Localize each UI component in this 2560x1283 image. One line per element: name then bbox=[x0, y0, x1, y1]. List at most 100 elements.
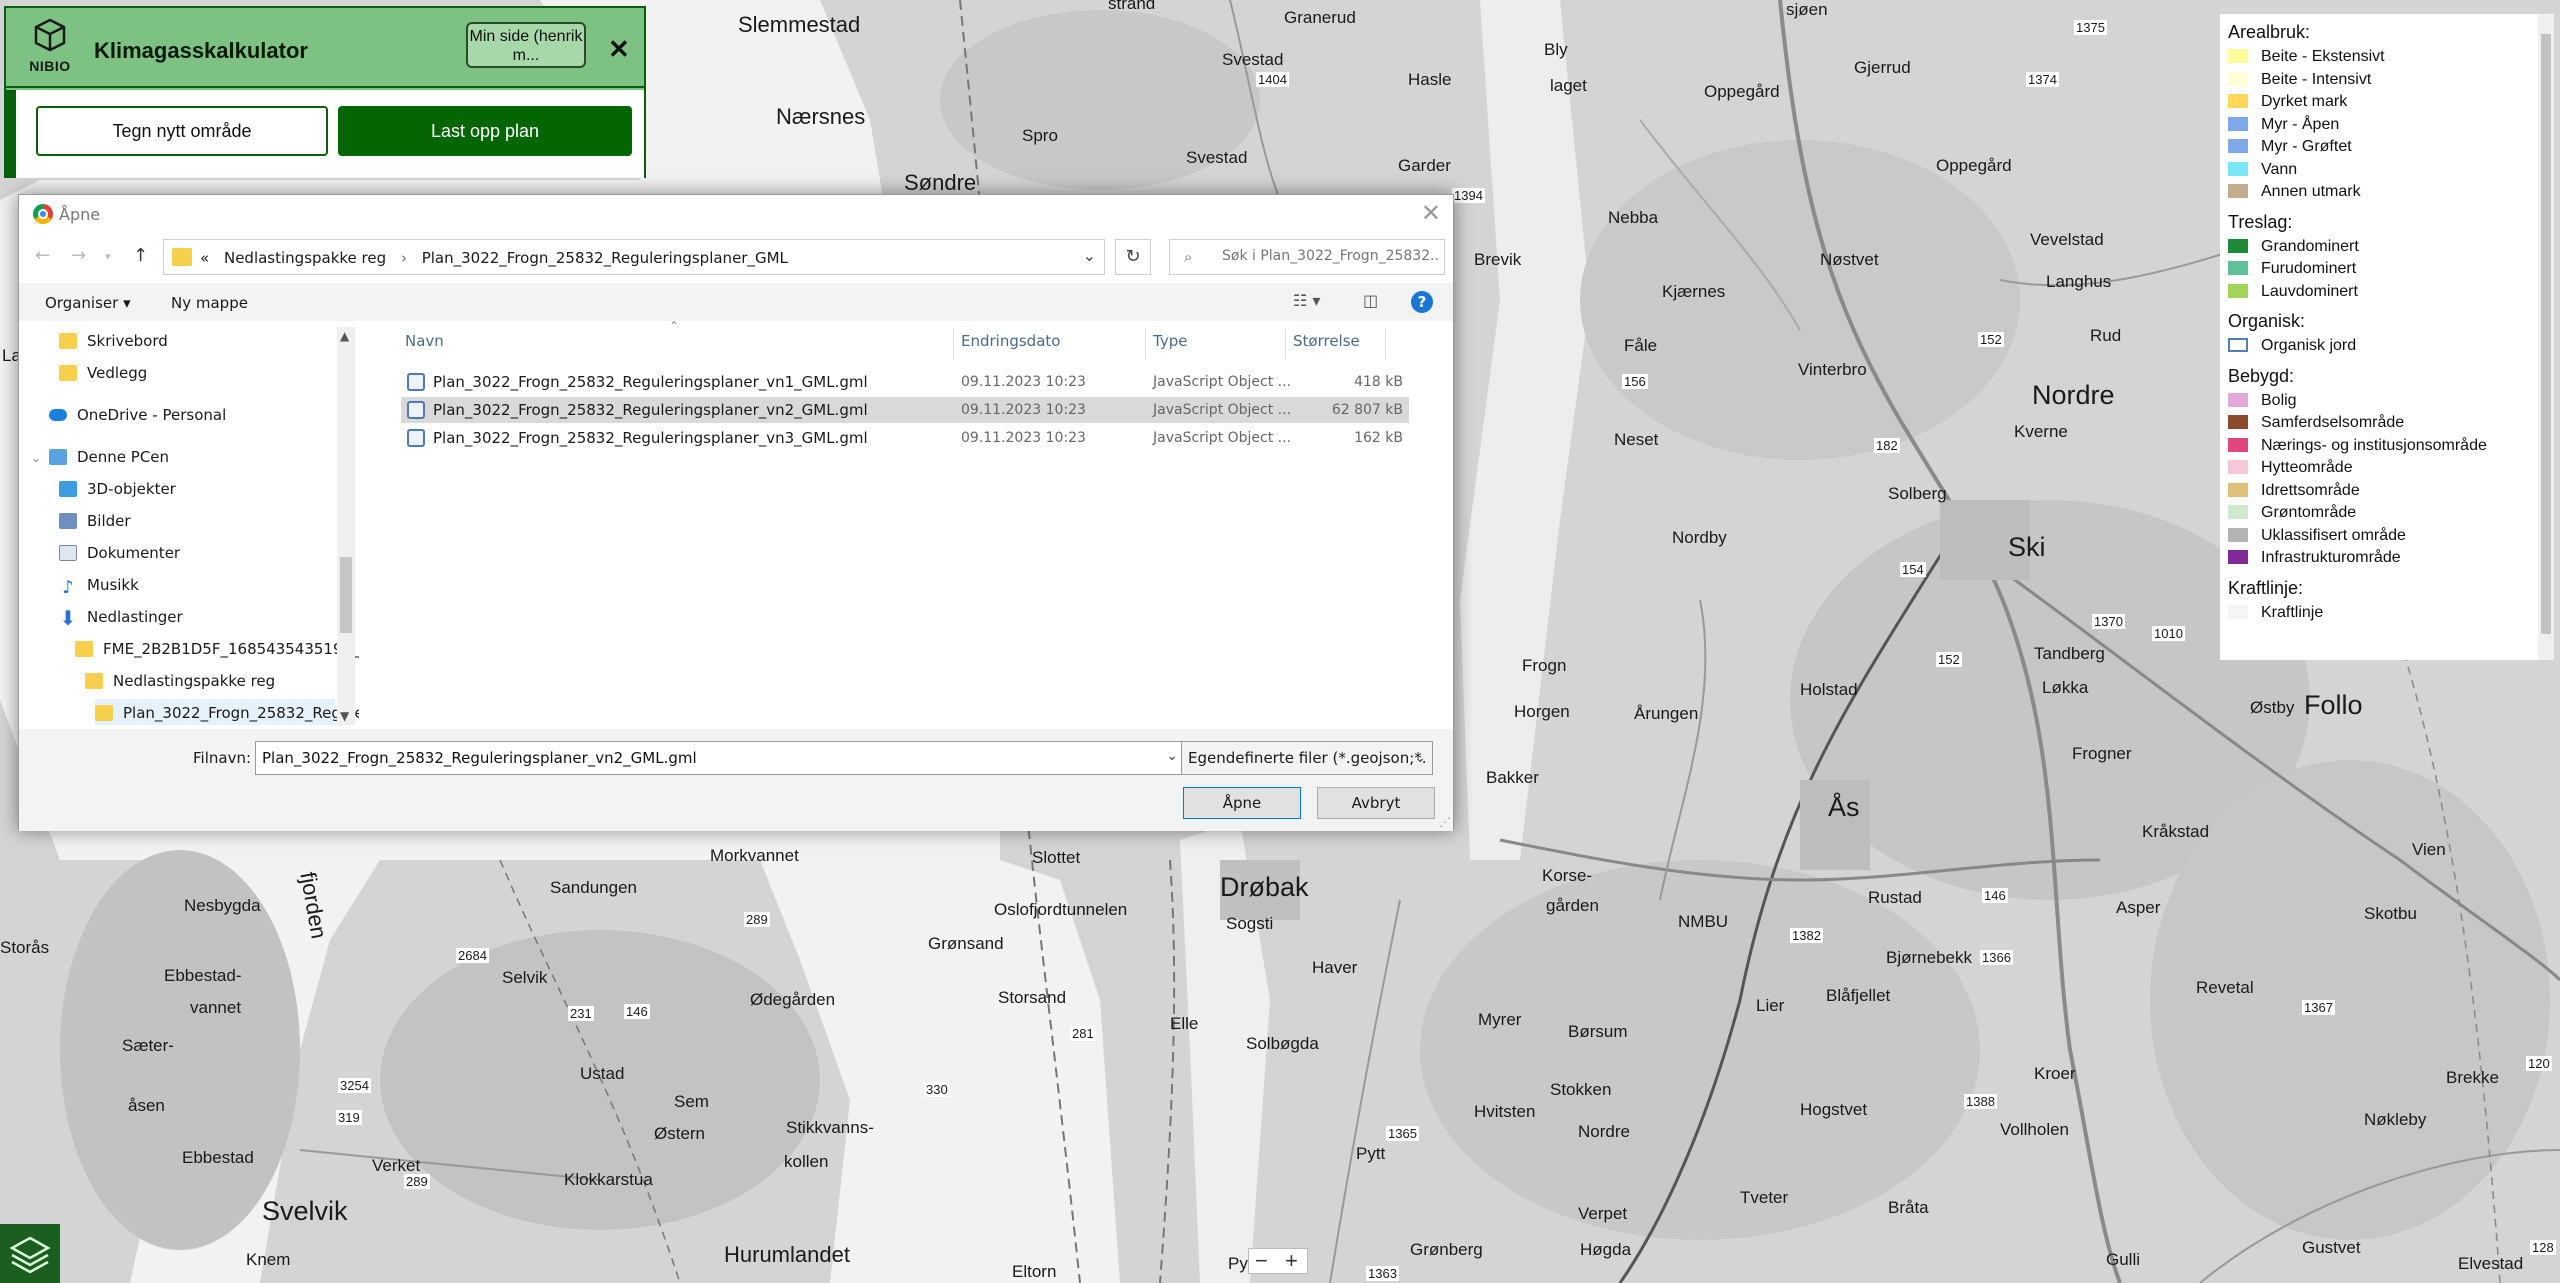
column-separator[interactable] bbox=[1385, 329, 1386, 359]
file-row[interactable]: Plan_3022_Frogn_25832_Reguleringsplaner_… bbox=[401, 397, 1409, 423]
map-label: Morkvannet bbox=[710, 846, 799, 865]
chevron-down-icon[interactable]: ⌄ bbox=[31, 444, 49, 472]
new-folder-button[interactable]: Ny mappe bbox=[171, 294, 248, 312]
legend-label: Kraftlinje bbox=[2261, 603, 2324, 621]
tree-item[interactable]: Bilder bbox=[59, 507, 335, 535]
tree-item[interactable]: 3D-objekter bbox=[59, 475, 335, 503]
legend-section-title: Organisk: bbox=[2228, 311, 2306, 331]
refresh-icon[interactable]: ↻ bbox=[1115, 239, 1151, 275]
cancel-button[interactable]: Avbryt bbox=[1317, 787, 1435, 819]
map-label: Blåfjellet bbox=[1826, 986, 1891, 1005]
organise-menu[interactable]: Organiser ▾ bbox=[45, 294, 131, 312]
resize-grip-icon[interactable]: ⋰ bbox=[1439, 815, 1451, 829]
column-header-size[interactable]: Størrelse bbox=[1293, 329, 1360, 353]
column-header-type[interactable]: Type bbox=[1153, 329, 1187, 353]
dialog-titlebar[interactable]: Åpne ✕ bbox=[19, 195, 1453, 231]
map-label: Bly bbox=[1544, 40, 1568, 59]
legend-swatch bbox=[2228, 94, 2248, 108]
map-label: Haver bbox=[1312, 958, 1358, 977]
map-label: Vinterbro bbox=[1798, 360, 1867, 379]
map-label: Slemmestad bbox=[738, 12, 861, 37]
draw-area-button[interactable]: Tegn nytt område bbox=[36, 106, 328, 156]
tree-item-label: Nedlastinger bbox=[87, 608, 183, 626]
legend-item: Dyrket mark bbox=[2228, 91, 2554, 114]
chevron-down-icon[interactable]: ⌄ bbox=[1166, 748, 1178, 764]
cube-icon bbox=[59, 481, 77, 497]
address-bar[interactable]: « Nedlastingspakke reg › Plan_3022_Frogn… bbox=[163, 239, 1105, 275]
legend-content: Arealbruk: Beite - Ekstensivt Beite - Inte… bbox=[2228, 22, 2554, 624]
legend-scrollbar[interactable] bbox=[2538, 14, 2554, 660]
tree-item-label: Plan_3022_Frogn_25832_Regule bbox=[123, 704, 359, 722]
filename-input[interactable] bbox=[262, 749, 1142, 767]
dialog-navbar: ← → ▾ ↑ « Nedlastingspakke reg › Plan_30… bbox=[19, 233, 1453, 279]
preview-pane-icon[interactable]: ◫ bbox=[1363, 291, 1378, 310]
column-header-name[interactable]: Navn bbox=[405, 329, 444, 353]
map-legend: Arealbruk: Beite - Ekstensivt Beite - Inte… bbox=[2220, 14, 2554, 660]
calculator-panel: NIBIO Klimagasskalkulator Min side (henr… bbox=[4, 6, 646, 178]
legend-item: Infrastrukturområde bbox=[2228, 547, 2554, 570]
map-label: Sogsti bbox=[1226, 914, 1274, 933]
map-label: Nærsnes bbox=[776, 104, 866, 129]
my-page-button[interactable]: Min side (henrik m... bbox=[466, 22, 586, 68]
view-options-icon[interactable]: ☷ ▾ bbox=[1293, 291, 1320, 310]
tree-item[interactable]: ⌄ Denne PCen bbox=[31, 443, 317, 471]
legend-section-title: Treslag: bbox=[2228, 211, 2293, 232]
close-icon[interactable]: ✕ bbox=[1421, 199, 1441, 227]
chevron-down-icon[interactable]: ⌄ bbox=[1414, 742, 1426, 774]
map-label: strand bbox=[1108, 0, 1156, 13]
tree-item[interactable]: Dokumenter bbox=[59, 539, 335, 567]
breadcrumb-item[interactable]: Plan_3022_Frogn_25832_Reguleringsplaner_… bbox=[422, 249, 788, 267]
file-row[interactable]: Plan_3022_Frogn_25832_Reguleringsplaner_… bbox=[401, 369, 1409, 395]
tree-scroll-thumb[interactable] bbox=[340, 557, 352, 633]
map-label: Frogn bbox=[1522, 656, 1567, 675]
zoom-out-button[interactable]: − bbox=[1255, 1249, 1268, 1273]
tree-item[interactable]: OneDrive - Personal bbox=[49, 401, 335, 429]
close-icon[interactable]: ✕ bbox=[608, 34, 630, 65]
breadcrumb-item[interactable]: Nedlastingspakke reg bbox=[224, 249, 386, 267]
legend-item: Hytteområde bbox=[2228, 457, 2554, 480]
tree-item[interactable]: Nedlastingspakke reg bbox=[85, 667, 335, 695]
chevron-down-icon[interactable]: ⌄ bbox=[1083, 246, 1096, 265]
help-icon[interactable]: ? bbox=[1411, 291, 1433, 313]
tree-item[interactable]: Skrivebord bbox=[59, 327, 335, 355]
tree-item[interactable]: ⬇ Nedlastinger bbox=[59, 603, 335, 631]
filename-field[interactable]: ⌄ bbox=[255, 741, 1185, 775]
breadcrumb-overflow[interactable]: « bbox=[200, 249, 209, 267]
up-arrow-icon[interactable]: ↑ bbox=[133, 245, 148, 266]
search-input[interactable] bbox=[1222, 248, 1440, 264]
map-label: Solbøgda bbox=[1246, 1034, 1319, 1053]
tree-item[interactable]: ♪ Musikk bbox=[59, 571, 335, 599]
forward-arrow-icon[interactable]: → bbox=[71, 245, 86, 266]
layers-button[interactable] bbox=[0, 1224, 60, 1283]
recent-dropdown-icon[interactable]: ▾ bbox=[105, 250, 111, 263]
file-row[interactable]: Plan_3022_Frogn_25832_Reguleringsplaner_… bbox=[401, 425, 1409, 451]
open-button[interactable]: Åpne bbox=[1183, 787, 1301, 819]
scroll-up-icon[interactable]: ▲ bbox=[340, 329, 349, 343]
filetype-select[interactable]: Egendefinerte filer (*.geojson;*. ⌄ bbox=[1181, 741, 1433, 775]
column-separator[interactable] bbox=[1145, 329, 1146, 359]
app-title: Klimagasskalkulator bbox=[94, 38, 308, 63]
map-label: Oppegård bbox=[1936, 156, 2012, 175]
search-box[interactable]: ⌕ bbox=[1169, 239, 1445, 275]
file-icon bbox=[407, 429, 425, 447]
scroll-down-icon[interactable]: ▼ bbox=[340, 709, 349, 723]
legend-swatch bbox=[2228, 161, 2248, 176]
road-number: 146 bbox=[624, 1004, 650, 1019]
column-header-date[interactable]: Endringsdato bbox=[961, 329, 1060, 353]
tree-item[interactable]: Vedlegg bbox=[59, 359, 335, 387]
road-number: 289 bbox=[404, 1174, 430, 1189]
tree-item[interactable]: Plan_3022_Frogn_25832_Regule bbox=[95, 699, 359, 725]
legend-label: Grandominert bbox=[2261, 237, 2359, 255]
legend-scroll-thumb[interactable] bbox=[2541, 34, 2551, 634]
file-name: Plan_3022_Frogn_25832_Reguleringsplaner_… bbox=[433, 429, 868, 447]
back-arrow-icon[interactable]: ← bbox=[35, 245, 50, 266]
upload-plan-button[interactable]: Last opp plan bbox=[338, 106, 632, 156]
column-separator[interactable] bbox=[1285, 329, 1286, 359]
legend-item: Furudominert bbox=[2228, 258, 2554, 281]
tree-item[interactable]: FME_2B2B1D5F_1685435435191_29 bbox=[75, 635, 359, 663]
road-number: 1375 bbox=[2074, 20, 2107, 35]
column-separator[interactable] bbox=[953, 329, 954, 359]
road-number: 152 bbox=[1978, 332, 2004, 347]
zoom-in-button[interactable]: + bbox=[1285, 1249, 1298, 1273]
tree-scrollbar[interactable]: ▲ ▼ bbox=[337, 327, 355, 725]
